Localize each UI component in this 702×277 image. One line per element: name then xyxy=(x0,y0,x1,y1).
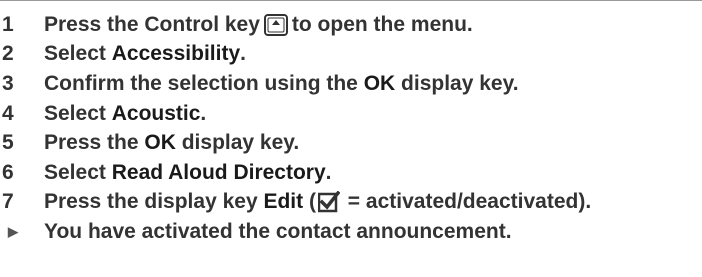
step-text-pre: Select xyxy=(44,101,112,125)
step-4: 4 Select Acoustic. xyxy=(0,99,702,129)
result-arrow-icon: ▶ xyxy=(8,223,18,239)
step-list: 1 Press the Control key to open the menu… xyxy=(0,10,702,247)
step-text: Press the Control key to open the menu. xyxy=(44,13,473,37)
step-keyword: OK xyxy=(144,131,176,155)
step-2: 2 Select Accessibility. xyxy=(0,40,702,70)
step-keyword: Edit xyxy=(263,190,304,214)
step-keyword: Acoustic xyxy=(111,101,201,125)
step-keyword: Read Aloud Directory xyxy=(111,160,326,184)
step-3: 3 Confirm the selection using the OK dis… xyxy=(0,69,702,99)
step-text-pre: Press the xyxy=(44,131,145,155)
step-text-pre: Select xyxy=(44,160,112,184)
step-number: 1 xyxy=(2,12,14,36)
step-text: Select Accessibility. xyxy=(44,42,246,66)
step-text: Select Acoustic. xyxy=(44,102,206,126)
control-key-icon xyxy=(263,13,288,36)
step-number: 4 xyxy=(2,101,14,125)
step-number: 3 xyxy=(2,71,14,95)
result-text: You have activated the contact announcem… xyxy=(44,219,512,243)
step-1: 1 Press the Control key to open the menu… xyxy=(0,10,702,40)
step-text: Confirm the selection using the OK displ… xyxy=(44,72,519,96)
step-text: Select Read Aloud Directory. xyxy=(44,161,332,185)
step-text-pre: Press the display key xyxy=(44,190,264,214)
step-keyword: OK xyxy=(363,71,396,95)
step-text-post: = activated/deactivated). xyxy=(341,190,592,214)
checkbox-checked-icon xyxy=(317,191,340,213)
step-7: 7 Press the display key Edit ( = activat… xyxy=(0,188,702,218)
step-number: 2 xyxy=(2,42,14,66)
step-number: 5 xyxy=(2,131,14,155)
step-keyword: Accessibility xyxy=(111,42,241,66)
step-number: 7 xyxy=(2,190,14,214)
step-text-post: display key. xyxy=(395,71,519,95)
step-text-pre: Confirm the selection using the xyxy=(44,71,364,95)
instruction-page: 1 Press the Control key to open the menu… xyxy=(0,0,702,277)
step-text-pre: Press the Control key xyxy=(44,12,260,36)
step-text-post: display key. xyxy=(175,131,300,155)
step-5: 5 Press the OK display key. xyxy=(0,128,702,158)
step-text-post: to open the menu. xyxy=(291,12,473,36)
result-line: ▶ You have activated the contact announc… xyxy=(0,217,702,247)
step-text-post: . xyxy=(200,101,207,125)
step-text-open: ( xyxy=(303,190,316,214)
step-text: Press the display key Edit ( = activated… xyxy=(44,190,591,214)
step-6: 6 Select Read Aloud Directory. xyxy=(0,158,702,188)
step-number: 6 xyxy=(2,160,14,184)
step-text-pre: Select xyxy=(44,42,112,66)
step-text-post: . xyxy=(325,160,332,184)
step-text-post: . xyxy=(240,42,246,66)
top-divider xyxy=(0,0,702,1)
step-text: Press the OK display key. xyxy=(44,131,299,155)
